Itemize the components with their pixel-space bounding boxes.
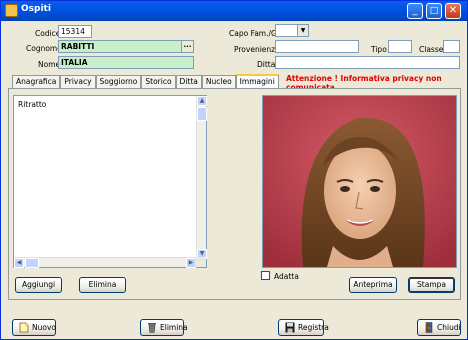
tab-nucleo[interactable]: Nucleo — [201, 75, 236, 88]
scroll-up-icon[interactable]: ▲ — [197, 96, 207, 106]
vertical-scrollbar[interactable]: ▲ ▼ — [196, 96, 207, 259]
close-window-button[interactable]: Chiudi — [417, 319, 461, 336]
new-document-icon — [19, 322, 29, 333]
maximize-button[interactable]: □ — [426, 3, 442, 19]
image-list[interactable]: Ritratto ▲ ▼ ◀ ▶ — [13, 95, 207, 268]
save-button[interactable]: Registra — [278, 319, 329, 336]
floppy-disk-icon — [285, 322, 295, 333]
tab-strip: Anagrafica Privacy Soggiorno Storico Dit… — [12, 74, 279, 88]
classe-field[interactable] — [443, 40, 460, 53]
preview-button[interactable]: Anteprima — [349, 277, 397, 293]
close-window-button-label: Chiudi — [437, 323, 461, 332]
tab-immagini[interactable]: Immagini — [235, 74, 279, 88]
tab-anagrafica[interactable]: Anagrafica — [12, 75, 61, 88]
cognome-value: RABITTI — [61, 42, 95, 51]
tab-soggiorno[interactable]: Soggiorno — [95, 75, 142, 88]
adapt-label: Adatta — [274, 272, 299, 281]
provenienza-field[interactable] — [275, 40, 359, 53]
new-button-label: Nuovo — [32, 323, 56, 332]
add-image-button[interactable]: Aggiungi — [15, 277, 62, 293]
new-button[interactable]: Nuovo — [12, 319, 56, 336]
nome-label: Nome — [38, 60, 61, 69]
adapt-checkbox[interactable] — [261, 271, 270, 280]
ditta-field[interactable] — [275, 56, 460, 69]
title-bar[interactable]: Ospiti _ □ ✕ — [1, 1, 467, 21]
horizontal-scrollbar[interactable]: ◀ ▶ — [14, 257, 196, 268]
cognome-field[interactable]: RABITTI ... — [58, 40, 194, 53]
close-button[interactable]: ✕ — [445, 3, 461, 19]
app-folder-icon — [5, 4, 18, 17]
ditta-label: Ditta — [257, 60, 276, 69]
tab-ditta[interactable]: Ditta — [175, 75, 202, 88]
capo-select[interactable]: ▼ — [275, 24, 309, 37]
photo-frame — [262, 95, 457, 268]
minimize-button[interactable]: _ — [407, 3, 423, 19]
scrollbar-corner — [195, 257, 206, 267]
list-item[interactable]: Ritratto — [18, 100, 46, 109]
provenienza-label: Provenienza — [234, 45, 280, 54]
exit-door-icon — [425, 322, 433, 333]
scroll-thumb[interactable] — [25, 258, 39, 268]
capo-label: Capo Fam./Gr. — [229, 29, 282, 38]
cognome-label: Cognome — [26, 44, 62, 53]
classe-label: Classe — [419, 45, 444, 54]
delete-button[interactable]: Elimina — [140, 319, 188, 336]
cognome-lookup-button[interactable]: ... — [181, 41, 193, 52]
codice-label: Codice — [35, 29, 61, 38]
tab-privacy[interactable]: Privacy — [60, 75, 96, 88]
print-button[interactable]: Stampa — [408, 277, 455, 293]
guest-window: Ospiti _ □ ✕ Codice 15314 Cognome RABITT… — [0, 0, 468, 340]
save-button-label: Registra — [298, 323, 329, 332]
delete-image-button[interactable]: Elimina — [79, 277, 126, 293]
codice-field[interactable]: 15314 — [58, 25, 92, 38]
tab-storico[interactable]: Storico — [141, 75, 176, 88]
trash-icon — [148, 323, 156, 333]
tipo-label: Tipo — [371, 45, 387, 54]
tipo-field[interactable] — [388, 40, 412, 53]
window-title: Ospiti — [21, 4, 51, 14]
chevron-down-icon[interactable]: ▼ — [297, 25, 308, 36]
nome-field[interactable]: ITALIA — [58, 56, 194, 69]
portrait-image — [263, 96, 456, 267]
scroll-thumb[interactable] — [197, 107, 207, 121]
scroll-left-icon[interactable]: ◀ — [14, 258, 24, 268]
delete-button-label: Elimina — [160, 323, 188, 332]
